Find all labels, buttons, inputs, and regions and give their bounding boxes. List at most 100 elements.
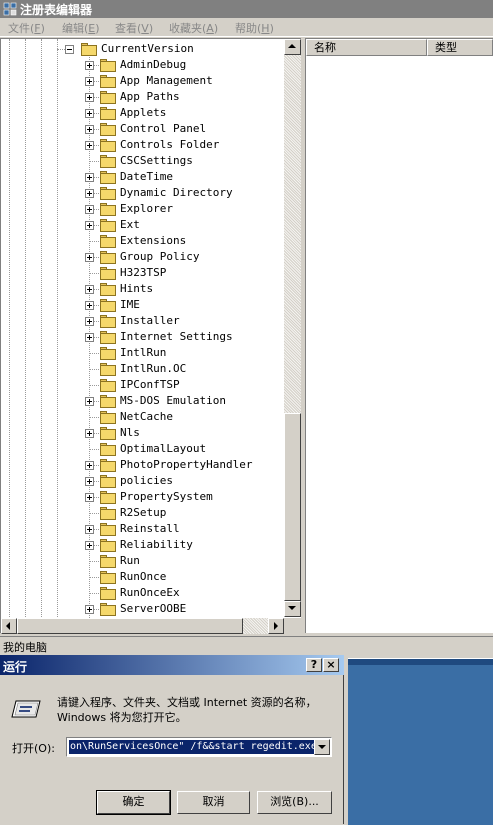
scroll-thumb[interactable]	[284, 413, 301, 601]
folder-open-icon	[81, 43, 97, 56]
expand-icon[interactable]	[85, 173, 94, 182]
regedit-title-bar[interactable]: 注册表编辑器	[0, 0, 493, 18]
tree-node-label: NetCache	[120, 410, 173, 423]
registry-tree[interactable]: CurrentVersion AdminDebug App Management A…	[0, 38, 301, 634]
help-button[interactable]: ?	[306, 658, 322, 672]
open-combobox[interactable]	[66, 737, 332, 757]
tree-node[interactable]: Explorer	[1, 201, 285, 217]
tree-node[interactable]: DateTime	[1, 169, 285, 185]
tree-vertical-scrollbar[interactable]	[284, 39, 301, 618]
tree-node-label: App Management	[120, 74, 213, 87]
close-button[interactable]: ×	[323, 658, 339, 672]
tree-node[interactable]: Ext	[1, 217, 285, 233]
expand-icon[interactable]	[85, 317, 94, 326]
tree-node[interactable]: Internet Settings	[1, 329, 285, 345]
tree-node[interactable]: ServerOOBE	[1, 601, 285, 617]
scroll-up-button[interactable]	[284, 39, 301, 55]
open-input[interactable]	[69, 740, 316, 754]
menu-file[interactable]: 文件(F)	[8, 20, 45, 36]
tree-node[interactable]: Controls Folder	[1, 137, 285, 153]
tree-node[interactable]: Reliability	[1, 537, 285, 553]
tree-connector	[89, 449, 99, 450]
scroll-right-button[interactable]	[268, 618, 284, 634]
folder-icon	[100, 107, 116, 120]
tree-node[interactable]: H323TSP	[1, 265, 285, 281]
expand-icon[interactable]	[85, 285, 94, 294]
tree-node[interactable]: PropertySystem	[1, 489, 285, 505]
expand-icon[interactable]	[85, 189, 94, 198]
tree-connector	[89, 385, 99, 386]
expand-icon[interactable]	[85, 605, 94, 614]
cancel-button[interactable]: 取消	[177, 791, 250, 814]
tree-node[interactable]: NetCache	[1, 409, 285, 425]
tree-node[interactable]: Nls	[1, 425, 285, 441]
tree-node[interactable]: RunOnce	[1, 569, 285, 585]
tree-node[interactable]: Extensions	[1, 233, 285, 249]
scroll-down-button[interactable]	[284, 601, 301, 617]
tree-node[interactable]: MS-DOS Emulation	[1, 393, 285, 409]
tree-node[interactable]: App Paths	[1, 89, 285, 105]
registry-values-list[interactable]: 名称 类型	[305, 38, 493, 633]
expand-icon[interactable]	[85, 301, 94, 310]
expand-icon[interactable]	[85, 541, 94, 550]
tree-node[interactable]: R2Setup	[1, 505, 285, 521]
run-dialog-title-bar[interactable]: 运行 ? ×	[0, 655, 344, 675]
tree-node-label: Ext	[120, 218, 140, 231]
expand-icon[interactable]	[85, 461, 94, 470]
tree-node[interactable]: Hints	[1, 281, 285, 297]
background-window[interactable]	[348, 658, 493, 825]
tree-node[interactable]: Run	[1, 553, 285, 569]
column-header-name[interactable]: 名称	[306, 39, 427, 56]
tree-connector	[89, 593, 99, 594]
expand-icon[interactable]	[85, 221, 94, 230]
tree-node[interactable]: CSCSettings	[1, 153, 285, 169]
menu-view[interactable]: 查看(V)	[115, 20, 153, 36]
tree-node[interactable]: OptimalLayout	[1, 441, 285, 457]
tree-node[interactable]: Applets	[1, 105, 285, 121]
tree-node[interactable]: IME	[1, 297, 285, 313]
collapse-icon[interactable]	[65, 45, 74, 54]
tree-node-label: H323TSP	[120, 266, 167, 279]
tree-node[interactable]: Group Policy	[1, 249, 285, 265]
tree-node[interactable]: Control Panel	[1, 121, 285, 137]
scroll-thumb[interactable]	[17, 618, 243, 634]
expand-icon[interactable]	[85, 333, 94, 342]
tree-node-label: Explorer	[120, 202, 173, 215]
tree-node-currentversion[interactable]: CurrentVersion	[1, 41, 285, 57]
menu-edit[interactable]: 编辑(E)	[62, 20, 100, 36]
tree-node[interactable]: RunOnceEx	[1, 585, 285, 601]
expand-icon[interactable]	[85, 253, 94, 262]
tree-node-label: IPConfTSP	[120, 378, 180, 391]
browse-button[interactable]: 浏览(B)...	[257, 791, 332, 814]
expand-icon[interactable]	[85, 77, 94, 86]
scroll-left-button[interactable]	[1, 618, 17, 634]
tree-node[interactable]: Dynamic Directory	[1, 185, 285, 201]
tree-node[interactable]: Reinstall	[1, 521, 285, 537]
tree-node-label: Group Policy	[120, 250, 200, 263]
expand-icon[interactable]	[85, 525, 94, 534]
tree-node[interactable]: IPConfTSP	[1, 377, 285, 393]
expand-icon[interactable]	[85, 109, 94, 118]
tree-node[interactable]: IntlRun	[1, 345, 285, 361]
expand-icon[interactable]	[85, 93, 94, 102]
expand-icon[interactable]	[85, 61, 94, 70]
expand-icon[interactable]	[85, 205, 94, 214]
tree-node[interactable]: App Management	[1, 73, 285, 89]
expand-icon[interactable]	[85, 477, 94, 486]
expand-icon[interactable]	[85, 429, 94, 438]
tree-horizontal-scrollbar[interactable]	[1, 618, 284, 634]
tree-node[interactable]: Installer	[1, 313, 285, 329]
expand-icon[interactable]	[85, 125, 94, 134]
tree-node[interactable]: policies	[1, 473, 285, 489]
column-header-type[interactable]: 类型	[427, 39, 493, 56]
menu-help[interactable]: 帮助(H)	[235, 20, 274, 36]
open-dropdown-button[interactable]	[314, 739, 330, 755]
expand-icon[interactable]	[85, 397, 94, 406]
ok-button[interactable]: 确定	[96, 790, 171, 815]
menu-favorites[interactable]: 收藏夹(A)	[169, 20, 218, 36]
expand-icon[interactable]	[85, 493, 94, 502]
expand-icon[interactable]	[85, 141, 94, 150]
tree-node[interactable]: IntlRun.OC	[1, 361, 285, 377]
tree-node[interactable]: AdminDebug	[1, 57, 285, 73]
tree-node[interactable]: PhotoPropertyHandler	[1, 457, 285, 473]
